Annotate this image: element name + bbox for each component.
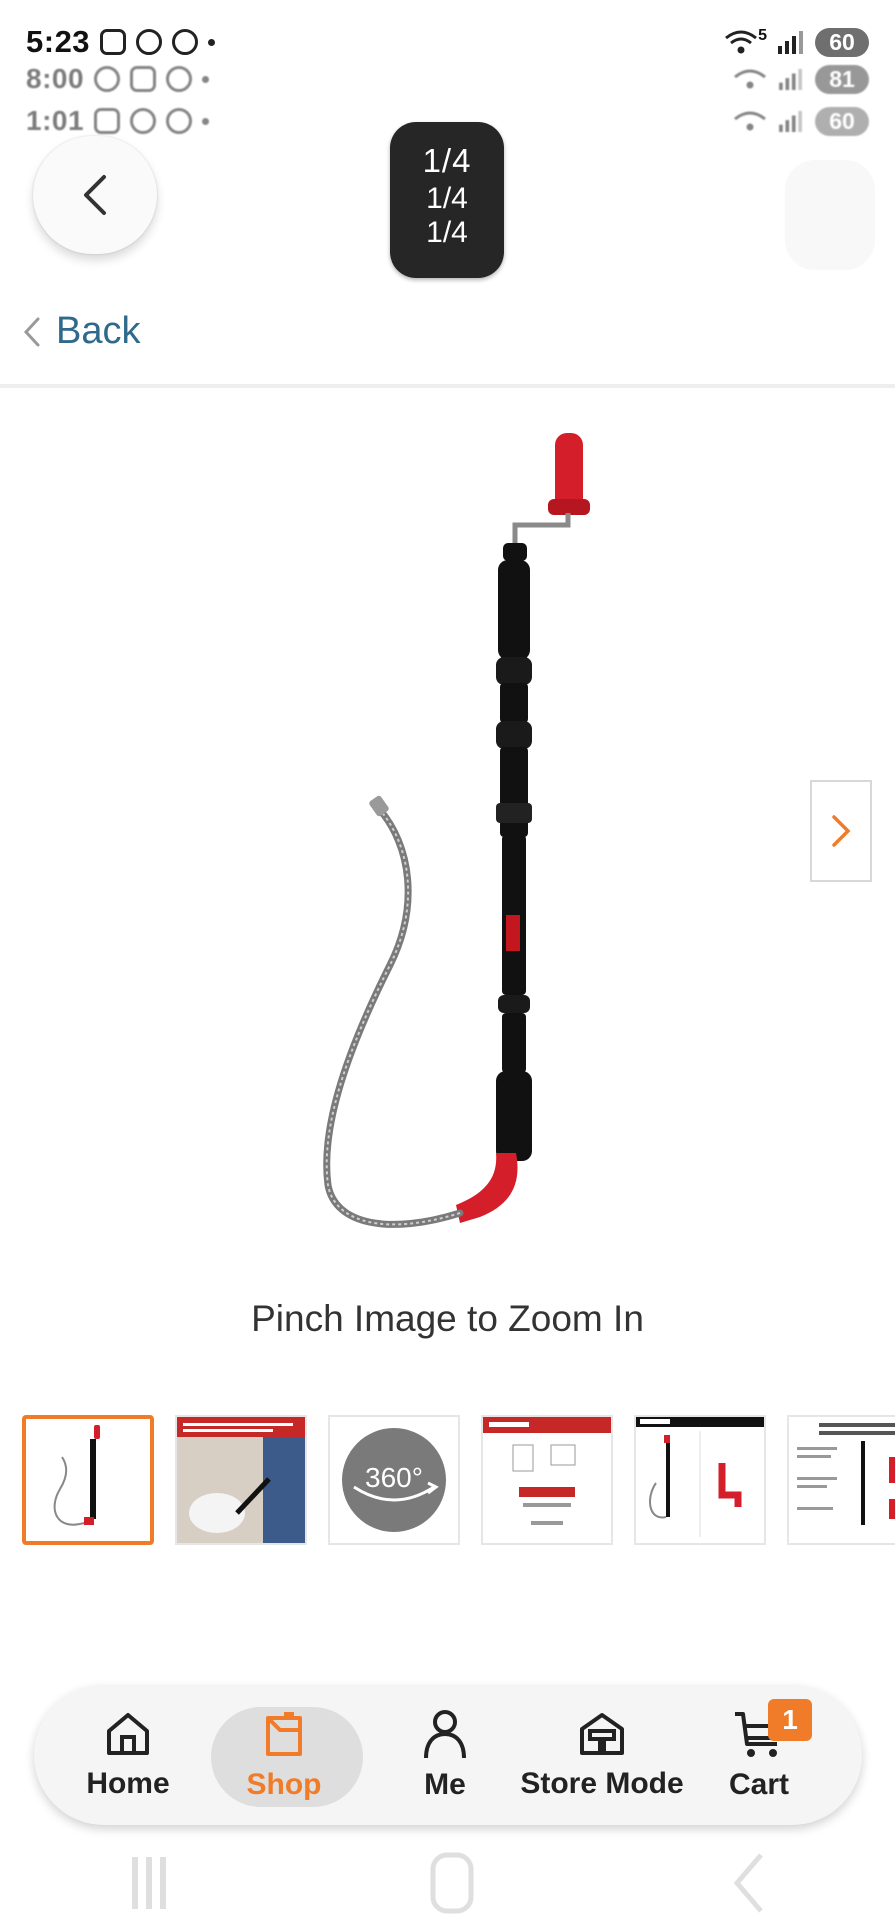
back-link-label: Back	[56, 310, 141, 352]
battery-level: 60	[815, 27, 869, 57]
thumbnail-kit-includes[interactable]	[634, 1415, 766, 1545]
status-bar: 5:23 5 60	[0, 22, 895, 62]
notification-dot-icon	[202, 117, 210, 125]
snapchat-icon	[130, 108, 157, 134]
status-time: 8:00	[26, 63, 85, 94]
thumbnail-spec-sheet[interactable]	[787, 1415, 895, 1545]
back-link[interactable]: Back	[22, 310, 140, 353]
image-counter-text: 1/4	[422, 142, 472, 179]
wifi-icon	[734, 69, 766, 89]
nav-home-label: Home	[86, 1767, 170, 1800]
screenshot-icon	[130, 66, 157, 92]
next-image-button[interactable]	[810, 780, 872, 882]
shop-icon	[266, 1712, 302, 1756]
product-image[interactable]	[310, 425, 640, 1245]
nav-shop[interactable]: Shop	[209, 1695, 363, 1815]
thumbnail-lifestyle[interactable]	[175, 1415, 307, 1545]
nav-me-label: Me	[424, 1768, 466, 1801]
home-button-icon[interactable]	[429, 1851, 475, 1915]
nav-me[interactable]: Me	[370, 1695, 520, 1815]
back-nav-icon[interactable]	[731, 1851, 767, 1915]
facebook-icon	[166, 108, 193, 134]
nav-cart[interactable]: 1 Cart	[684, 1695, 834, 1815]
home-icon	[107, 1713, 149, 1755]
bottom-nav: Home Shop Me Store Mode 1 Cart	[34, 1685, 862, 1825]
thumbnail-product[interactable]	[22, 1415, 154, 1545]
thumbnail-strip: 360°	[22, 1415, 895, 1545]
divider	[0, 384, 895, 388]
notification-dot-icon	[202, 75, 210, 83]
notification-dot-icon	[208, 38, 216, 46]
cart-count-badge: 1	[768, 1699, 812, 1741]
wifi-icon	[734, 111, 766, 131]
share-button[interactable]	[785, 160, 875, 270]
chevron-right-icon	[832, 815, 851, 847]
snapchat-icon	[136, 29, 163, 55]
chevron-left-icon	[23, 317, 40, 346]
image-counter-echo: 1/4	[426, 216, 468, 249]
nav-store-mode[interactable]: Store Mode	[502, 1695, 702, 1815]
chevron-left-icon	[84, 175, 106, 215]
store-icon	[580, 1713, 624, 1755]
screenshot-icon	[94, 108, 121, 134]
battery-level: 60	[815, 106, 869, 136]
thumbnail-360[interactable]: 360°	[328, 1415, 460, 1545]
status-time: 1:01	[26, 105, 85, 136]
status-bar-echo: 8:00 81	[0, 63, 895, 94]
person-icon	[424, 1710, 466, 1759]
cloud-icon	[166, 66, 193, 92]
recent-apps-icon[interactable]	[128, 1853, 174, 1913]
cell-signal-icon	[779, 110, 802, 132]
screenshot-icon	[100, 29, 127, 55]
image-counter: 1/4 1/4 1/4	[390, 122, 504, 278]
cell-signal-icon	[779, 68, 802, 90]
status-time: 5:23	[26, 24, 91, 59]
battery-level: 81	[815, 64, 869, 94]
nav-shop-label: Shop	[246, 1768, 322, 1801]
camera-icon	[94, 66, 121, 92]
system-nav-bar	[0, 1845, 895, 1920]
nav-store-mode-label: Store Mode	[520, 1767, 684, 1800]
cell-signal-icon	[778, 31, 803, 54]
wifi-icon	[725, 30, 758, 54]
network-type: 5	[758, 27, 767, 44]
nav-cart-label: Cart	[728, 1768, 789, 1801]
zoom-hint: Pinch Image to Zoom In	[251, 1298, 644, 1339]
image-counter-echo: 1/4	[426, 182, 468, 215]
nav-home[interactable]: Home	[53, 1695, 203, 1815]
thumbnail-360-label: 360°	[365, 1462, 423, 1493]
signal-app-icon	[172, 29, 199, 55]
thumbnail-ideal-use[interactable]	[481, 1415, 613, 1545]
back-button[interactable]	[33, 136, 157, 254]
